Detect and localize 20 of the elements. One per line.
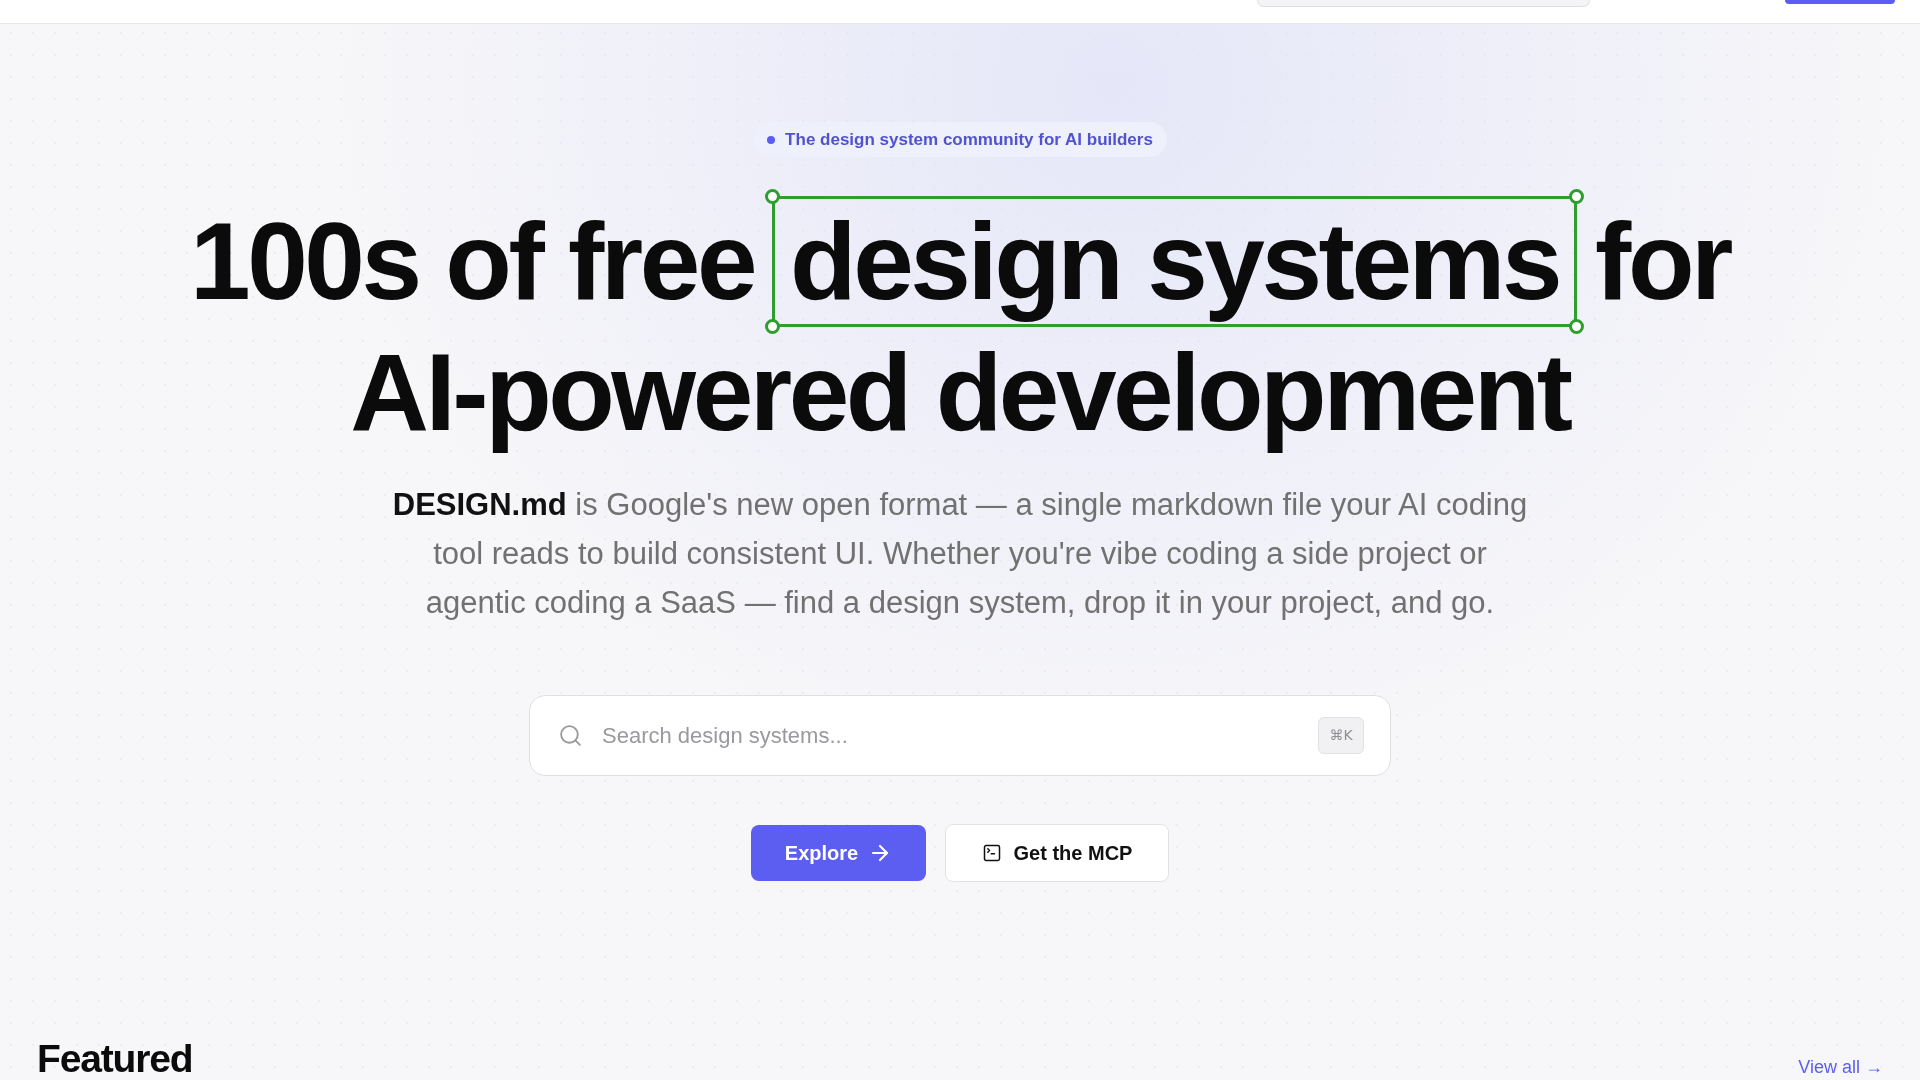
shortcut-key: ⌘K bbox=[1318, 716, 1364, 754]
search-input[interactable]: Search design systems... bbox=[602, 718, 1299, 752]
headline-text: AI-powered development bbox=[350, 330, 1570, 455]
selection-handle-icon[interactable] bbox=[765, 189, 781, 205]
search-icon bbox=[558, 722, 583, 748]
selection-handle-icon[interactable] bbox=[1569, 189, 1585, 205]
terminal-icon bbox=[981, 842, 1002, 863]
headline-text: for bbox=[1595, 199, 1730, 325]
description-text: DESIGN.md is Google's new open format — a single markdown file your AI coding tool reads to build consistent UI. Whether you're vibe coding a side project or agentic coding a SaaS — find a design system, drop it in your project, and go. bbox=[391, 485, 1529, 622]
selection-handle-icon[interactable] bbox=[765, 318, 781, 334]
mcp-button[interactable]: Get the MCP bbox=[945, 823, 1169, 882]
search-field[interactable] bbox=[1257, 0, 1590, 7]
selection-handle-icon[interactable] bbox=[1569, 318, 1585, 334]
headline-text: design systems bbox=[789, 199, 1561, 325]
explore-button[interactable]: Explore bbox=[751, 824, 926, 881]
search-field[interactable]: Search design systems... ⌘K bbox=[529, 694, 1391, 776]
badge-text: The design system community for AI builders bbox=[785, 128, 1153, 151]
view-all-link[interactable]: View all → bbox=[1798, 1056, 1883, 1078]
headline-text: 100s of free bbox=[190, 199, 755, 325]
section-title: Featured bbox=[37, 1039, 193, 1078]
